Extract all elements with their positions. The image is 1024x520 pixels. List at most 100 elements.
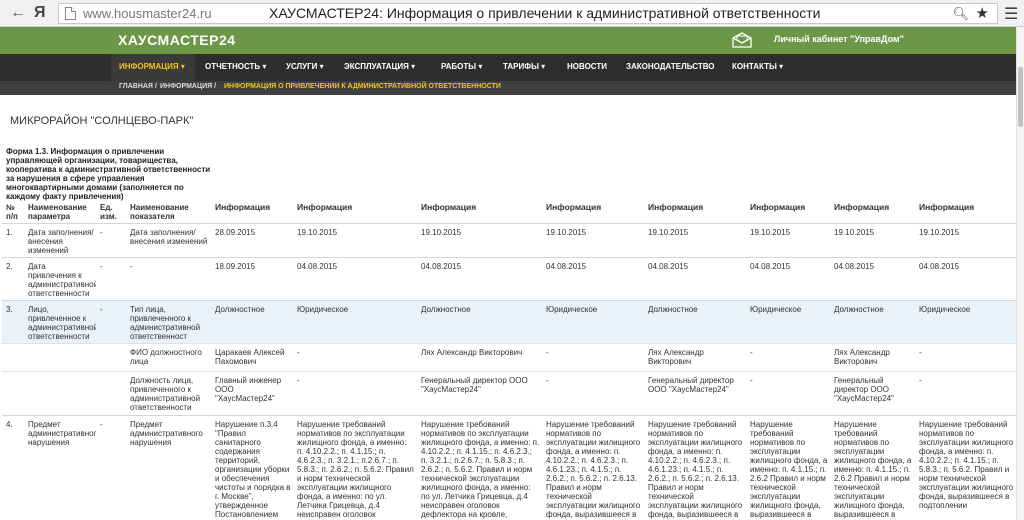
header-info: Информация (297, 202, 353, 212)
row-param: Лицо, привлеченное к административной от… (28, 305, 96, 341)
table-cell: Юридическое (546, 305, 598, 314)
table-row: ФИО должностного лица Царакаев Алексей П… (2, 343, 1016, 372)
table-cell: - (750, 376, 753, 385)
row-num: 3. (6, 305, 13, 314)
table-cell: Нарушение требований нормативов по экспл… (834, 420, 912, 519)
table-cell: Должностное (834, 305, 884, 314)
table-cell: Юридическое (297, 305, 349, 314)
row-unit: - (100, 228, 103, 237)
yandex-logo-icon[interactable]: Я (34, 4, 46, 22)
header-num: № п/п (6, 203, 18, 221)
row-indicator: Должность лица, привлеченного к админист… (130, 376, 201, 412)
header-indicator: Наименование показателя (130, 203, 189, 221)
nav-item-reports[interactable]: Отчетность ▾ (205, 62, 266, 71)
table-cell: Должностное (421, 305, 471, 314)
address-bar[interactable]: www.housmaster24.ru ХАУСМАСТЕР24: Информ… (58, 3, 998, 24)
table-cell: 19.10.2015 (297, 228, 338, 237)
nav-item-works[interactable]: Работы ▾ (441, 62, 482, 71)
main-content: МИКРОРАЙОН "СОЛНЦЕВО-ПАРК" Форма 1.3. Ин… (0, 95, 1016, 520)
row-unit: - (100, 305, 103, 314)
search-icon[interactable]: 🔍︎ (952, 6, 969, 22)
site-header: ХАУСМАСТЕР24 Личный кабинет "УправДом" (0, 27, 1024, 54)
personal-cabinet-link[interactable]: Личный кабинет "УправДом" (774, 34, 904, 44)
nav-item-maintenance[interactable]: Эксплуатация ▾ (344, 62, 415, 71)
nav-item-news[interactable]: Новости (567, 62, 607, 71)
tab-page-title: ХАУСМАСТЕР24: Информация о привлечении к… (269, 5, 821, 21)
nav-item-tariffs[interactable]: Тарифы ▾ (503, 62, 545, 71)
mail-icon[interactable] (732, 32, 752, 48)
table-cell: Генеральный директор ООО "ХаусМастер24" (648, 376, 734, 394)
table-cell: 19.10.2015 (834, 228, 875, 237)
table-row: 3. Лицо, привлеченное к административной… (2, 300, 1016, 344)
table-cell: 04.08.2015 (421, 262, 462, 271)
breadcrumb: ГЛАВНАЯ / ИНФОРМАЦИЯ / ИНФОРМАЦИЯ О ПРИВ… (0, 81, 1024, 95)
table-cell: - (919, 348, 922, 357)
table-cell: 28.09.2015 (215, 228, 256, 237)
header-param: Наименование параметра (28, 203, 87, 221)
bookmark-star-icon[interactable]: ★ (976, 4, 989, 22)
row-num: 4. (6, 420, 13, 429)
header-info: Информация (834, 202, 890, 212)
table-cell: Юридическое (919, 305, 971, 314)
url-text[interactable]: www.housmaster24.ru (83, 6, 212, 21)
nav-item-services[interactable]: Услуги ▾ (286, 62, 324, 71)
table-cell: 04.08.2015 (648, 262, 689, 271)
table-cell: 04.08.2015 (750, 262, 791, 271)
table-header-row: № п/п Наименование параметра Ед. изм. На… (2, 197, 1016, 224)
browser-menu-icon[interactable]: ☰ (1004, 4, 1018, 24)
liability-table: № п/п Наименование параметра Ед. изм. На… (2, 197, 1016, 520)
form-title: Форма 1.3. Информация о привлечении упра… (6, 147, 211, 201)
breadcrumb-information[interactable]: ИНФОРМАЦИЯ / (160, 83, 216, 90)
row-param: Дата заполнения/ внесения изменений (28, 228, 94, 255)
table-cell: - (297, 348, 300, 357)
page-scrollbar[interactable] (1016, 27, 1024, 520)
nav-item-information[interactable]: Информация ▾ (119, 62, 185, 71)
row-param: Дата привлечения к административной отве… (28, 262, 96, 298)
table-cell: Должностное (648, 305, 698, 314)
row-num: 1. (6, 228, 13, 237)
table-cell: Нарушение требований нормативов по экспл… (750, 420, 828, 519)
row-indicator: Предмет административного нарушения (130, 420, 203, 447)
row-indicator: ФИО должностного лица (130, 348, 202, 366)
nav-item-legislation[interactable]: Законодательство (626, 62, 715, 71)
table-cell: Царакаев Алексей Пахомович (215, 348, 285, 366)
table-cell: Нарушение п.3.4 "Правил санитарного соде… (215, 420, 291, 519)
back-arrow-icon[interactable]: ← (10, 4, 26, 22)
scrollbar-thumb[interactable] (1018, 67, 1023, 127)
table-cell: - (919, 376, 922, 385)
table-row: 4. Предмет административного нарушения -… (2, 415, 1016, 520)
table-cell: 04.08.2015 (834, 262, 875, 271)
main-navigation: Информация ▾ Отчетность ▾ Услуги ▾ Экспл… (0, 54, 1024, 81)
browser-toolbar: ← Я www.housmaster24.ru ХАУСМАСТЕР24: Ин… (0, 0, 1024, 27)
table-cell: 19.10.2015 (421, 228, 462, 237)
table-row: 1. Дата заполнения/ внесения изменений -… (2, 223, 1016, 258)
table-cell: Генеральный директор ООО "ХаусМастер24" (421, 376, 528, 394)
site-logo[interactable]: ХАУСМАСТЕР24 (118, 32, 236, 48)
table-cell: Нарушение требований нормативов по экспл… (546, 420, 641, 519)
row-unit: - (100, 420, 103, 429)
row-param: Предмет административного нарушения (28, 420, 96, 447)
table-cell: 19.10.2015 (919, 228, 960, 237)
page-title: МИКРОРАЙОН "СОЛНЦЕВО-ПАРК" (10, 115, 194, 127)
table-cell: - (546, 376, 549, 385)
header-info: Информация (648, 202, 704, 212)
breadcrumb-home[interactable]: ГЛАВНАЯ / (119, 83, 157, 90)
table-cell: Должностное (215, 305, 265, 314)
table-cell: - (546, 348, 549, 357)
header-info: Информация (215, 202, 271, 212)
table-cell: Нарушение требований нормативов по экспл… (297, 420, 414, 520)
table-cell: Юридическое (750, 305, 802, 314)
row-unit: - (100, 262, 103, 271)
table-cell: Лях Александр Викторович (421, 348, 523, 357)
table-cell: - (750, 348, 753, 357)
table-cell: Лях Александр Викторович (834, 348, 890, 366)
row-num: 2. (6, 262, 13, 271)
header-info: Информация (750, 202, 806, 212)
table-cell: Лях Александр Викторович (648, 348, 704, 366)
nav-item-contacts[interactable]: Контакты ▾ (732, 62, 783, 71)
row-indicator: Дата заполнения/ внесения изменений (130, 228, 208, 246)
table-cell: 19.10.2015 (546, 228, 587, 237)
table-cell: Генеральный директор ООО "ХаусМастер24" (834, 376, 894, 403)
table-cell: Нарушение требований нормативов по экспл… (648, 420, 743, 519)
table-cell: 04.08.2015 (546, 262, 587, 271)
